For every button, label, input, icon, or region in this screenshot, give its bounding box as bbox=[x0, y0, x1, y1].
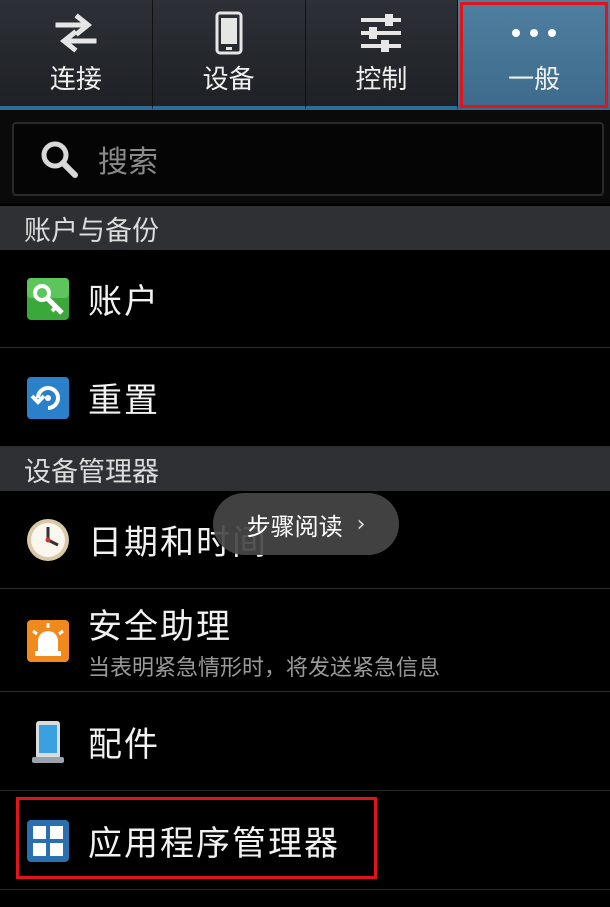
clock-icon bbox=[24, 516, 72, 564]
item-title: 配件 bbox=[88, 725, 160, 765]
alarm-icon bbox=[24, 617, 72, 665]
step-reading-label: 步骤阅读 bbox=[246, 512, 343, 541]
phone-icon bbox=[199, 11, 259, 55]
item-title: 安全助理 bbox=[88, 607, 232, 647]
list-item-reset[interactable]: 重置 bbox=[0, 349, 610, 447]
section-header-device-manager: 设备管理器 bbox=[0, 447, 610, 491]
section-header-accounts: 账户与备份 bbox=[0, 206, 610, 250]
sliders-icon bbox=[351, 11, 411, 55]
tab-label: 连接 bbox=[49, 64, 102, 95]
list-item-accessory[interactable]: 配件 bbox=[0, 693, 610, 791]
list-item-safety-assistance[interactable]: 安全助理 当表明紧急情形时，将发送紧急信息 bbox=[0, 590, 610, 692]
search-placeholder: 搜索 bbox=[98, 145, 158, 180]
list-item-accounts[interactable]: 账户 bbox=[0, 250, 610, 348]
search-area: 搜索 bbox=[0, 110, 610, 204]
tab-bar: 连接 设备 控制 一般 bbox=[0, 0, 610, 110]
chevron-right-icon: › bbox=[356, 511, 366, 537]
tab-label: 设备 bbox=[202, 64, 255, 95]
item-title: 重置 bbox=[88, 381, 160, 421]
tab-label: 一般 bbox=[508, 64, 561, 95]
item-title: 应用程序管理器 bbox=[88, 824, 340, 864]
swap-arrows-icon bbox=[46, 11, 106, 55]
reset-icon bbox=[24, 374, 72, 422]
more-dots-icon bbox=[504, 11, 564, 55]
tab-device[interactable]: 设备 bbox=[152, 0, 306, 110]
tab-label: 控制 bbox=[355, 64, 408, 95]
item-title: 账户 bbox=[88, 282, 160, 322]
tab-general[interactable]: 一般 bbox=[458, 0, 610, 110]
key-icon bbox=[24, 275, 72, 323]
search-input[interactable]: 搜索 bbox=[12, 122, 604, 196]
step-reading-button[interactable]: 步骤阅读 › bbox=[213, 493, 399, 555]
item-subtitle: 当表明紧急情形时，将发送紧急信息 bbox=[88, 656, 441, 681]
tab-controls[interactable]: 控制 bbox=[305, 0, 459, 110]
apps-grid-icon bbox=[24, 817, 72, 865]
search-icon bbox=[34, 134, 84, 184]
tab-connections[interactable]: 连接 bbox=[0, 0, 153, 110]
accessory-icon bbox=[24, 718, 72, 766]
list-item-application-manager[interactable]: 应用程序管理器 bbox=[0, 792, 610, 890]
